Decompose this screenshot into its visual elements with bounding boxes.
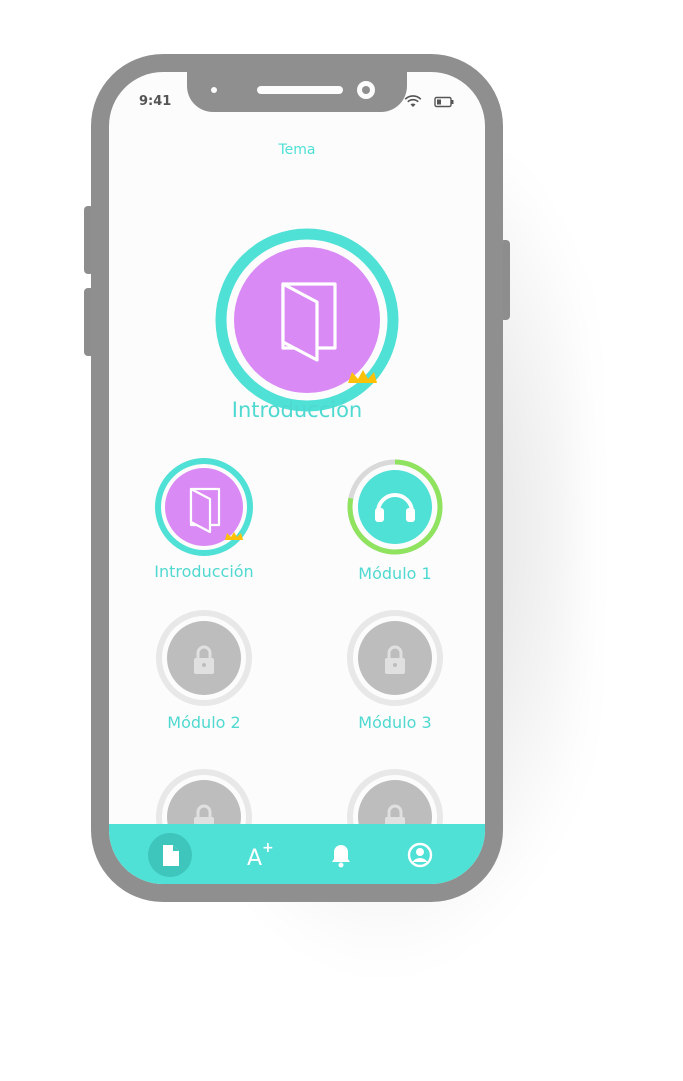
wifi-icon [404,95,422,107]
profile-icon [407,842,433,868]
sensor-dot [211,87,217,93]
speaker-grille [257,86,343,94]
phone-screen: 9:41 Tema Introducción Introducción Módu… [109,72,485,884]
status-icons [404,95,454,108]
module-label: Módulo 3 [358,713,432,732]
front-camera [357,81,375,99]
module-1-button[interactable] [340,452,450,562]
document-icon [163,845,179,866]
notch [187,72,407,112]
bottom-tab-bar: A + [109,824,485,884]
tab-documents[interactable] [148,833,192,877]
module-label: Módulo 2 [167,713,241,732]
module-label: Módulo 1 [358,564,432,583]
status-time: 9:41 [139,94,172,109]
module-introduccion-button[interactable] [149,452,259,562]
a-plus-letter: A [247,846,262,871]
bell-icon [332,845,350,868]
module-3-button[interactable] [340,603,450,713]
a-plus-sign: + [262,840,274,856]
tab-grades[interactable]: A + [237,833,281,877]
battery-icon [434,96,454,108]
featured-module-button[interactable] [213,226,401,414]
a-plus-icon: A + [247,840,274,871]
tab-notifications[interactable] [319,833,363,877]
featured-module-label: Introducción [231,398,363,422]
module-2-button[interactable] [149,603,259,713]
tab-profile[interactable] [398,833,442,877]
page-title: Tema [278,142,316,158]
phone-frame: 9:41 Tema Introducción Introducción Módu… [91,54,503,902]
module-label: Introducción [154,562,254,581]
